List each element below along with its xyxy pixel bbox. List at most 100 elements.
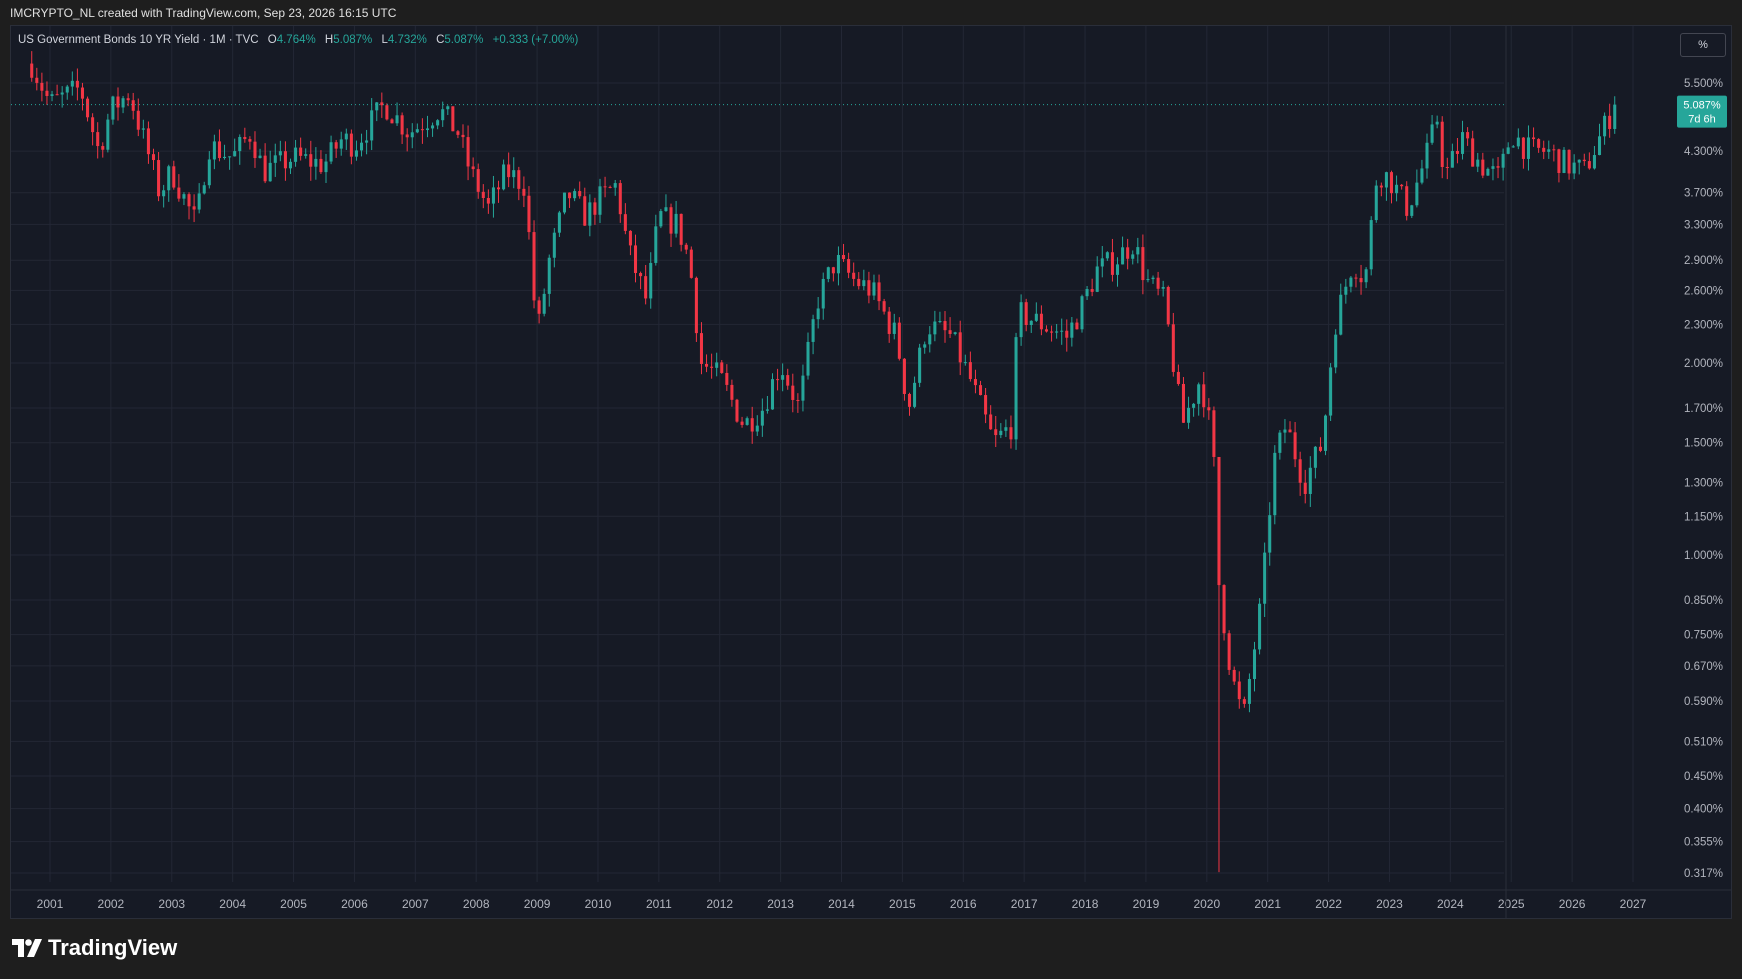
candle-body[interactable]: [1603, 115, 1607, 137]
candle-body[interactable]: [431, 125, 435, 129]
candle-body[interactable]: [395, 115, 399, 124]
candle-body[interactable]: [816, 308, 820, 320]
candle-body[interactable]: [1252, 649, 1257, 679]
candle-body[interactable]: [380, 102, 384, 106]
candle-body[interactable]: [1516, 137, 1520, 147]
candle-body[interactable]: [918, 347, 922, 383]
candle-body[interactable]: [101, 146, 105, 150]
candle-body[interactable]: [1369, 220, 1373, 270]
candle-body[interactable]: [1562, 149, 1566, 173]
candle-body[interactable]: [928, 334, 932, 345]
candle-body[interactable]: [1070, 322, 1074, 338]
candle-body[interactable]: [299, 147, 303, 156]
candle-body[interactable]: [70, 80, 74, 87]
candle-body[interactable]: [527, 195, 531, 233]
candle-body[interactable]: [116, 96, 120, 108]
candle-body[interactable]: [770, 379, 775, 410]
candle-body[interactable]: [923, 344, 927, 348]
candle-body[interactable]: [131, 100, 135, 111]
candle-body[interactable]: [1176, 371, 1180, 384]
candle-body[interactable]: [978, 385, 983, 396]
candle-body[interactable]: [415, 129, 419, 133]
candle-body[interactable]: [1146, 279, 1150, 281]
candle-body[interactable]: [1303, 482, 1307, 494]
candle-body[interactable]: [938, 321, 942, 323]
candle-body[interactable]: [370, 110, 374, 141]
candle-body[interactable]: [1004, 427, 1008, 431]
candle-body[interactable]: [1552, 149, 1556, 151]
candle-body[interactable]: [1034, 313, 1038, 321]
candle-body[interactable]: [425, 128, 430, 131]
candle-body[interactable]: [1060, 330, 1064, 332]
candle-body[interactable]: [755, 425, 759, 432]
candle-body[interactable]: [273, 155, 277, 163]
candle-body[interactable]: [1542, 147, 1546, 152]
candle-body[interactable]: [857, 278, 861, 287]
candle-body[interactable]: [329, 142, 333, 162]
candle-body[interactable]: [801, 375, 805, 401]
candle-body[interactable]: [1592, 155, 1596, 169]
candle-body[interactable]: [30, 63, 34, 78]
candle-body[interactable]: [354, 150, 358, 157]
candle-body[interactable]: [111, 96, 115, 120]
candle-body[interactable]: [1105, 252, 1109, 259]
candle-body[interactable]: [197, 193, 201, 210]
candle-body[interactable]: [1613, 104, 1617, 129]
candle-body[interactable]: [466, 137, 470, 167]
candle-body[interactable]: [136, 110, 140, 130]
candle-body[interactable]: [288, 161, 293, 169]
candle-body[interactable]: [238, 137, 242, 152]
candle-body[interactable]: [1577, 159, 1581, 163]
candle-body[interactable]: [1242, 699, 1246, 704]
candle-body[interactable]: [334, 142, 338, 149]
candle-body[interactable]: [664, 207, 668, 212]
candle-body[interactable]: [202, 185, 206, 194]
candle-body[interactable]: [562, 192, 566, 213]
candle-body[interactable]: [1136, 247, 1140, 255]
candle-body[interactable]: [400, 115, 404, 135]
candle-body[interactable]: [1415, 182, 1419, 206]
candle-body[interactable]: [968, 362, 972, 380]
candle-body[interactable]: [1511, 146, 1515, 148]
candle-body[interactable]: [836, 254, 840, 274]
candle-body[interactable]: [162, 190, 166, 197]
candle-body[interactable]: [1567, 149, 1571, 174]
candle-body[interactable]: [1141, 247, 1145, 281]
candle-body[interactable]: [1197, 384, 1201, 404]
candle-body[interactable]: [1440, 121, 1444, 168]
candle-body[interactable]: [897, 322, 901, 359]
candle-body[interactable]: [228, 156, 232, 158]
candle-body[interactable]: [730, 384, 734, 400]
candle-body[interactable]: [476, 169, 480, 192]
candle-body[interactable]: [1359, 278, 1363, 283]
candle-body[interactable]: [319, 158, 323, 173]
candle-body[interactable]: [989, 414, 993, 430]
candle-body[interactable]: [1476, 159, 1480, 167]
candle-body[interactable]: [1455, 150, 1459, 154]
candle-body[interactable]: [91, 117, 95, 133]
candle-body[interactable]: [502, 164, 506, 190]
candle-body[interactable]: [1466, 132, 1470, 139]
candle-body[interactable]: [1405, 186, 1409, 216]
candle-body[interactable]: [1039, 313, 1043, 330]
candle-body[interactable]: [710, 366, 714, 368]
candle-body[interactable]: [410, 132, 414, 138]
candle-body[interactable]: [882, 301, 886, 312]
candle-body[interactable]: [314, 158, 318, 167]
candle-body[interactable]: [1410, 205, 1414, 216]
candle-body[interactable]: [1273, 452, 1277, 516]
candle-body[interactable]: [1121, 247, 1125, 265]
candle-body[interactable]: [1115, 264, 1120, 275]
candle-body[interactable]: [715, 362, 719, 368]
candle-body[interactable]: [1217, 456, 1221, 586]
candle-body[interactable]: [639, 273, 643, 277]
candle-body[interactable]: [1349, 277, 1353, 287]
candle-body[interactable]: [146, 128, 150, 155]
candle-body[interactable]: [80, 87, 84, 99]
candle-body[interactable]: [1298, 459, 1302, 483]
candle-body[interactable]: [96, 132, 100, 147]
candle-body[interactable]: [1400, 184, 1404, 187]
candle-body[interactable]: [907, 393, 912, 407]
candle-body[interactable]: [1283, 429, 1287, 433]
candle-body[interactable]: [684, 244, 688, 250]
